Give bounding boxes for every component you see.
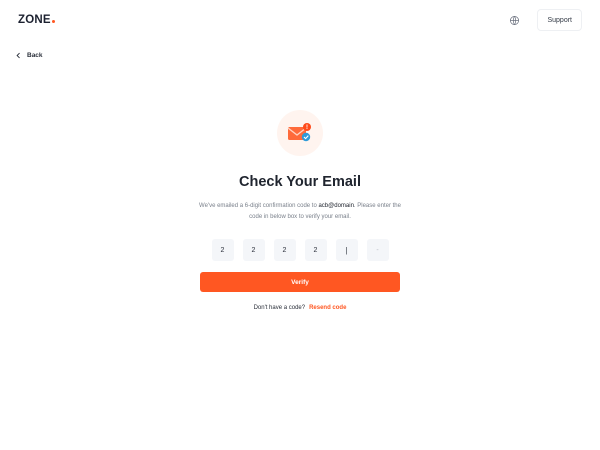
verify-button[interactable]: Verify bbox=[200, 272, 400, 292]
email-address: acb@domain bbox=[318, 203, 354, 209]
code-digit-2[interactable]: 2 bbox=[242, 239, 265, 261]
page-title: Check Your Email bbox=[239, 174, 361, 190]
resend-row: Don't have a code? Resend code bbox=[254, 305, 347, 311]
code-digit-3[interactable]: 2 bbox=[273, 239, 296, 261]
language-button[interactable] bbox=[505, 11, 523, 29]
code-digit-4[interactable]: 2 bbox=[304, 239, 327, 261]
code-digit-6[interactable]: - bbox=[366, 239, 389, 261]
resend-code-link[interactable]: Resend code bbox=[309, 305, 346, 311]
back-link[interactable]: Back bbox=[15, 52, 43, 59]
code-digit-1[interactable]: 2 bbox=[211, 239, 234, 261]
verify-card: ! Check Your Email We've emailed a 6-dig… bbox=[0, 110, 600, 311]
logo-dot bbox=[51, 20, 55, 23]
header-actions: Support bbox=[505, 9, 582, 31]
chevron-left-icon bbox=[16, 52, 20, 59]
verify-email-page: ZONE Support Back ! Check Your Email We'… bbox=[0, 0, 600, 450]
support-button[interactable]: Support bbox=[537, 9, 582, 31]
code-digit-5[interactable]: | bbox=[335, 239, 358, 261]
globe-icon bbox=[509, 15, 519, 25]
envelope-notification-icon: ! bbox=[277, 110, 323, 156]
back-label: Back bbox=[27, 52, 43, 59]
logo-text: ZONE bbox=[18, 14, 51, 26]
code-input-group: 2 2 2 2 | - bbox=[211, 239, 389, 261]
instructions-text: We've emailed a 6-digit confirmation cod… bbox=[195, 201, 405, 223]
top-bar: ZONE Support bbox=[0, 0, 600, 40]
instructions-prefix: We've emailed a 6-digit confirmation cod… bbox=[199, 203, 319, 209]
svg-text:!: ! bbox=[306, 125, 308, 131]
logo[interactable]: ZONE bbox=[18, 14, 55, 26]
resend-prompt: Don't have a code? bbox=[253, 305, 306, 311]
